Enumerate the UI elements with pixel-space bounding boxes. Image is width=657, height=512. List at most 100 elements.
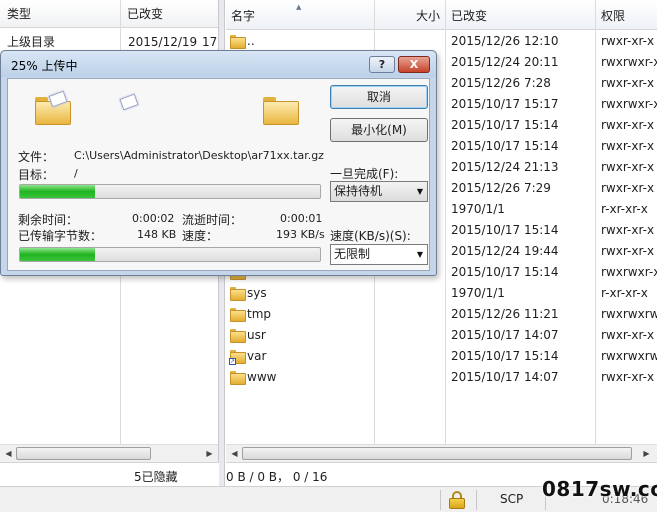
- remote-file-permissions: rwxrwxrwx: [601, 349, 657, 363]
- remaining-time-value: 0:00:02: [132, 212, 175, 225]
- lock-icon[interactable]: [449, 491, 465, 509]
- speed-limit-label: 速度(KB/s)(S):: [330, 229, 411, 243]
- file-progress-fill: [20, 185, 95, 198]
- remote-selection-summary: 0 B / 0 B， 0 / 16: [226, 470, 328, 484]
- remote-file-date: 2015/10/17 14:07: [451, 328, 559, 342]
- folder-icon: [230, 371, 246, 385]
- remote-file-permissions: r-xr-xr-x: [601, 202, 648, 216]
- cancel-button[interactable]: 取消: [330, 85, 428, 109]
- local-row-time: 17: [202, 35, 218, 49]
- remote-file-permissions: rwxr-xr-x: [601, 223, 655, 237]
- remote-file-row[interactable]: ↗ var 2015/10/17 15:14 rwxrwxrwx: [226, 346, 657, 367]
- target-label: 目标：: [18, 168, 55, 182]
- remote-file-date: 2015/12/24 19:44: [451, 244, 559, 258]
- remote-file-date: 2015/12/24 20:11: [451, 55, 559, 69]
- scroll-right-arrow-icon[interactable]: ▶: [640, 447, 653, 460]
- transferred-value: 148 KB: [137, 228, 177, 241]
- remote-file-row[interactable]: tmp 2015/12/26 11:21 rwxrwxrwt: [226, 304, 657, 325]
- remote-file-permissions: rwxrwxrwt: [601, 307, 657, 321]
- remote-file-date: 2015/12/24 21:13: [451, 160, 559, 174]
- remote-file-date: 2015/10/17 15:17: [451, 97, 559, 111]
- scrollbar-thumb[interactable]: [242, 447, 632, 460]
- total-progress-fill: [20, 248, 95, 261]
- help-button[interactable]: ?: [369, 56, 395, 73]
- scroll-left-arrow-icon[interactable]: ◀: [228, 447, 241, 460]
- target-path: /: [74, 167, 78, 180]
- remote-column-modified[interactable]: 已改变: [446, 0, 487, 30]
- speed-limit-select[interactable]: 无限制 ▼: [330, 244, 428, 265]
- remote-file-permissions: rwxrwxr-x: [601, 55, 657, 69]
- remote-file-permissions: rwxrwxr-x: [601, 265, 657, 279]
- speed-label: 速度：: [182, 229, 219, 243]
- remote-column-header: 名字 ▲ 大小 已改变 权限: [226, 0, 657, 30]
- remote-file-permissions: r-xr-xr-x: [601, 286, 648, 300]
- remote-file-date: 1970/1/1: [451, 202, 505, 216]
- remote-file-date: 2015/10/17 15:14: [451, 118, 559, 132]
- protocol-label: SCP: [500, 492, 524, 506]
- status-divider: [440, 490, 441, 510]
- remote-file-date: 1970/1/1: [451, 286, 505, 300]
- folder-icon: [230, 308, 246, 322]
- remote-file-permissions: rwxr-xr-x: [601, 118, 655, 132]
- remote-horizontal-scrollbar[interactable]: ◀ ▶: [226, 444, 657, 462]
- remote-file-date: 2015/10/17 14:07: [451, 370, 559, 384]
- local-column-type[interactable]: 类型: [0, 0, 31, 28]
- close-button[interactable]: X: [398, 56, 430, 73]
- local-parent-dir-row[interactable]: 上级目录 2015/12/19 17: [0, 32, 218, 52]
- remote-file-date: 2015/12/26 11:21: [451, 307, 559, 321]
- local-row-type: 上级目录: [7, 35, 56, 49]
- dialog-body: 文件： C:\Users\Administrator\Desktop\ar71x…: [7, 78, 430, 271]
- remote-file-permissions: rwxr-xr-x: [601, 160, 655, 174]
- dialog-title: 25% 上传中: [11, 59, 78, 73]
- remote-file-row[interactable]: .. 2015/12/26 12:10 rwxr-xr-x: [226, 31, 657, 52]
- scroll-left-arrow-icon[interactable]: ◀: [2, 447, 15, 460]
- speed-value: 193 KB/s: [276, 228, 325, 241]
- chevron-down-icon[interactable]: ▼: [417, 245, 423, 264]
- remote-file-date: 2015/10/17 15:14: [451, 349, 559, 363]
- remote-file-row[interactable]: sys 1970/1/1 r-xr-xr-x: [226, 283, 657, 304]
- remote-file-permissions: rwxr-xr-x: [601, 139, 655, 153]
- status-divider: [476, 490, 477, 510]
- local-status-bar: 5已隐藏: [0, 462, 219, 486]
- when-done-label: 一旦完成(F):: [330, 167, 399, 181]
- local-hidden-count: 5已隐藏: [134, 470, 178, 484]
- file-label: 文件：: [18, 150, 55, 164]
- when-done-select[interactable]: 保持待机 ▼: [330, 181, 428, 202]
- remote-file-date: 2015/12/26 7:28: [451, 76, 551, 90]
- remote-file-name: ..: [247, 34, 255, 48]
- remaining-time-label: 剩余时间：: [18, 213, 79, 227]
- remote-file-date: 2015/10/17 15:14: [451, 139, 559, 153]
- remote-file-date: 2015/12/26 12:10: [451, 34, 559, 48]
- minimize-button[interactable]: 最小化(M): [330, 118, 428, 142]
- local-column-header: 类型 已改变: [0, 0, 218, 28]
- remote-file-date: 2015/10/17 15:14: [451, 265, 559, 279]
- remote-file-row[interactable]: usr 2015/10/17 14:07 rwxr-xr-x: [226, 325, 657, 346]
- when-done-value: 保持待机: [334, 184, 383, 198]
- dialog-title-bar[interactable]: 25% 上传中 ? X: [1, 51, 436, 77]
- remote-file-permissions: rwxrwxr-x: [601, 97, 657, 111]
- folder-icon: [230, 329, 246, 343]
- remote-file-permissions: rwxr-xr-x: [601, 370, 655, 384]
- remote-file-permissions: rwxr-xr-x: [601, 328, 655, 342]
- remote-file-name: var: [247, 349, 267, 363]
- flying-file-icon: [119, 93, 139, 111]
- remote-file-name: tmp: [247, 307, 272, 321]
- local-row-date: 2015/12/19: [128, 35, 198, 49]
- remote-column-name[interactable]: 名字: [226, 0, 255, 30]
- destination-folder-icon: [263, 97, 299, 125]
- remote-file-permissions: rwxr-xr-x: [601, 244, 655, 258]
- remote-file-name: sys: [247, 286, 267, 300]
- local-column-modified[interactable]: 已改变: [120, 0, 163, 28]
- column-divider[interactable]: [374, 0, 375, 30]
- remote-column-permissions[interactable]: 权限: [596, 0, 625, 30]
- remote-file-date: 2015/12/26 7:29: [451, 181, 551, 195]
- remote-file-row[interactable]: www 2015/10/17 14:07 rwxr-xr-x: [226, 367, 657, 388]
- remote-file-permissions: rwxr-xr-x: [601, 76, 655, 90]
- scroll-right-arrow-icon[interactable]: ▶: [203, 447, 216, 460]
- file-progress-bar: [19, 184, 321, 199]
- local-horizontal-scrollbar[interactable]: ◀ ▶: [0, 444, 218, 462]
- upload-progress-dialog: 25% 上传中 ? X 文件： C:\Users\Administrator\D…: [0, 50, 437, 276]
- chevron-down-icon[interactable]: ▼: [417, 182, 423, 201]
- remote-column-size[interactable]: 大小: [411, 0, 440, 30]
- scrollbar-thumb[interactable]: [16, 447, 151, 460]
